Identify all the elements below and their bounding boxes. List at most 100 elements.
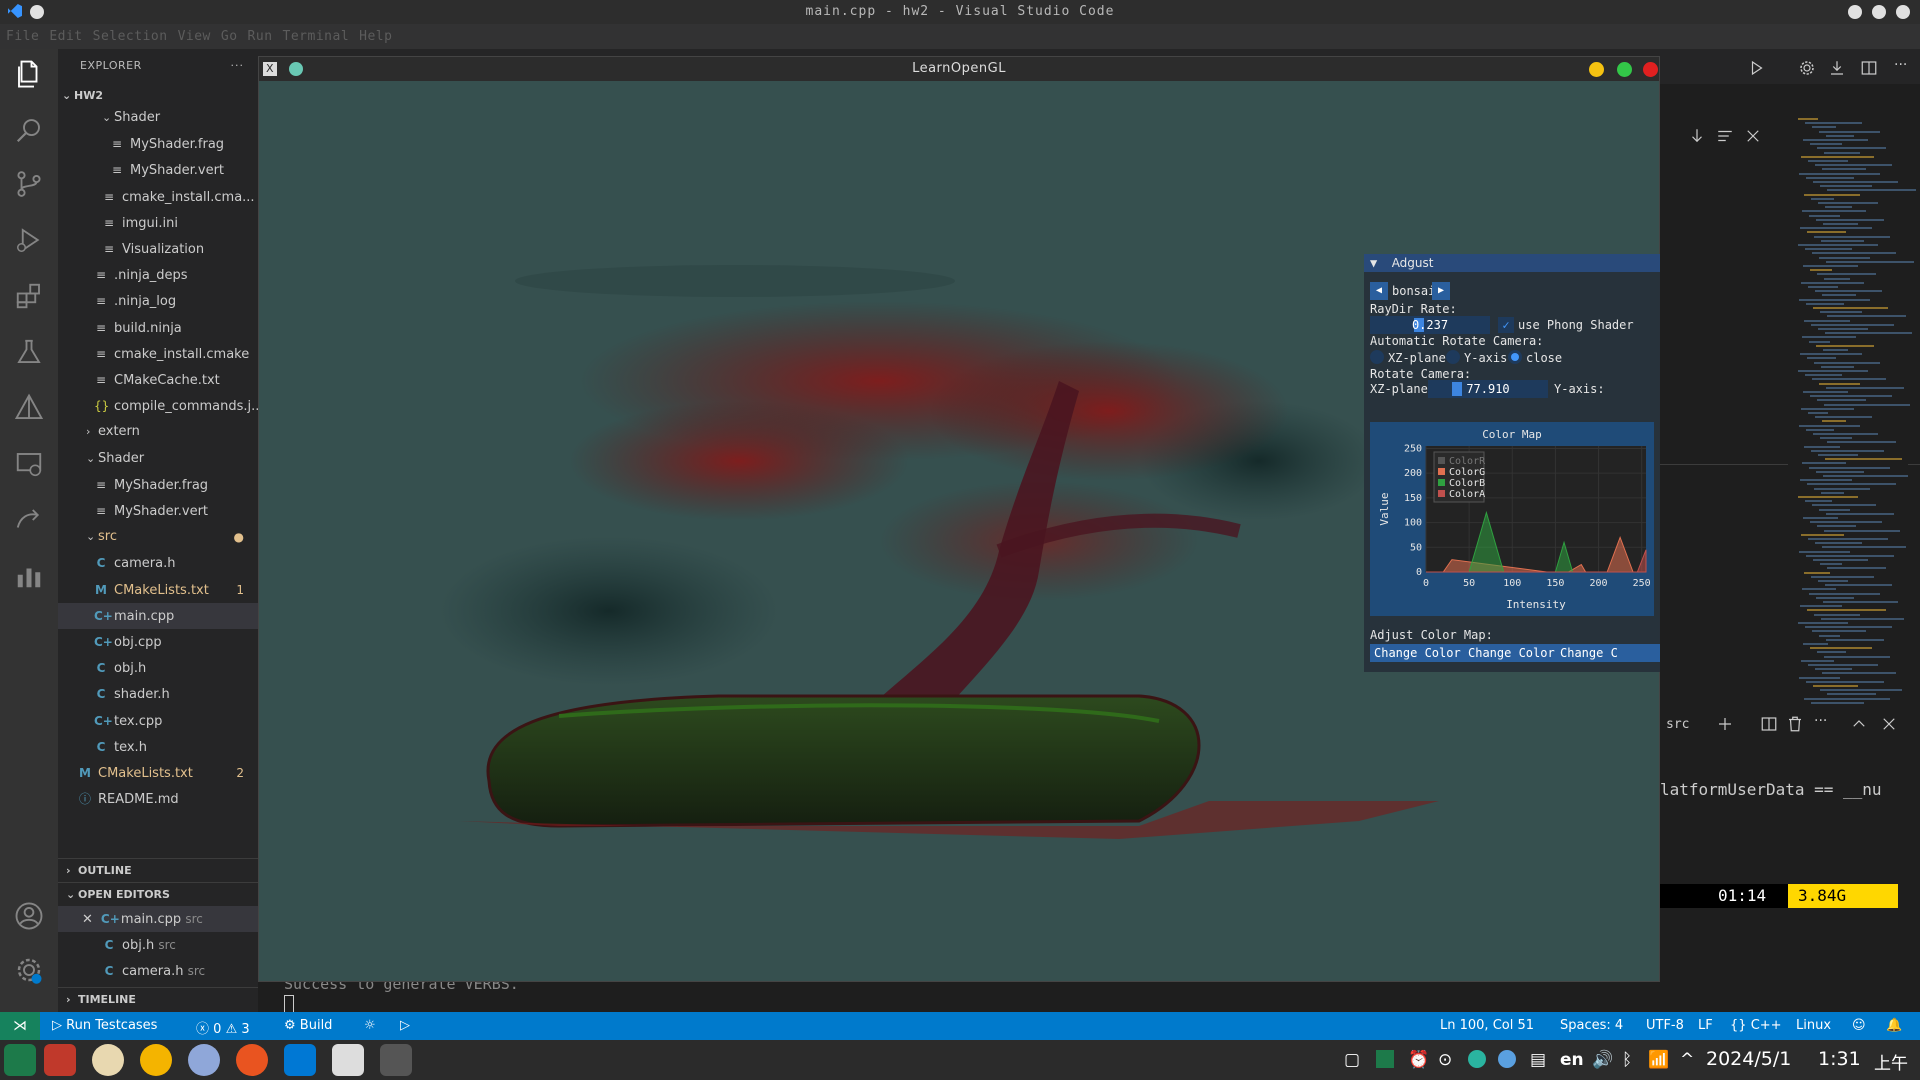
debug-icon[interactable]: ☼ [364,1018,376,1033]
next-dataset-button[interactable]: ▶ [1432,282,1450,300]
menu-go[interactable]: Go [221,29,238,44]
tray-window-icon[interactable]: ▢ [1344,1050,1360,1070]
account-icon[interactable] [14,901,44,931]
build-button[interactable]: ⚙ Build [284,1018,332,1033]
gl-minimize-button[interactable] [1589,62,1604,77]
file-item[interactable]: M CMakeLists.txt 2 [58,760,258,786]
menu-view[interactable]: View [178,29,211,44]
file-item[interactable]: Cshader.h [58,681,258,707]
chrome-app-icon[interactable] [140,1044,172,1076]
gear-icon[interactable] [1798,59,1816,77]
run-icon[interactable] [1748,59,1766,77]
change-color-b-button[interactable]: Change C [1556,644,1660,662]
tray-alarm-icon[interactable]: ⏰ [1408,1050,1429,1070]
live-share-icon[interactable] [14,505,44,535]
text-editor-app-icon[interactable] [332,1044,364,1076]
file-item[interactable]: ≡ cmake_install.cma... [58,184,258,210]
radio-xz[interactable] [1370,350,1384,364]
folder-item[interactable]: ⌄ Shader [58,105,258,131]
close-panel-icon[interactable] [1880,715,1898,733]
file-item[interactable]: C+obj.cpp [58,629,258,655]
window-dot-icon[interactable] [289,62,303,76]
feedback-icon[interactable]: ☺ [1852,1018,1866,1033]
file-item[interactable]: ≡ MyShader.vert [58,498,258,524]
download-icon[interactable] [1828,59,1846,77]
tray-refresh-icon[interactable] [1468,1050,1486,1068]
radio-y[interactable] [1446,350,1460,364]
outline-section[interactable]: › OUTLINE [58,858,258,882]
phong-checkbox[interactable]: ✓ [1498,317,1514,333]
files-icon[interactable] [14,59,44,89]
chat-app-icon[interactable] [188,1044,220,1076]
menu-terminal[interactable]: Terminal [283,29,350,44]
x-app-icon[interactable] [380,1044,412,1076]
chevron-up-icon[interactable]: ^ [1680,1050,1694,1070]
platform[interactable]: Linux [1796,1018,1831,1033]
terminal-more-icon[interactable]: ··· [1814,713,1827,729]
files-app-icon[interactable] [92,1044,124,1076]
file-item[interactable]: Ccamera.h [58,550,258,576]
tray-app-icon[interactable] [1376,1050,1394,1068]
close-window-button[interactable] [1896,5,1910,19]
file-item[interactable]: Cobj.h [58,655,258,681]
radio-close[interactable] [1508,350,1522,364]
open-editor-item[interactable]: Cobj.h src [58,932,258,958]
folder-item[interactable]: › extern [58,419,258,445]
launch-icon[interactable]: ▷ [400,1018,410,1033]
open-editor-item[interactable]: Ccamera.h src [58,958,258,984]
gl-close-button[interactable] [1643,62,1658,77]
add-terminal-icon[interactable] [1716,715,1734,733]
file-item[interactable]: ≡ MyShader.frag [58,472,258,498]
split-editor-icon[interactable] [1860,59,1878,77]
collapse-arrow-icon[interactable]: ▼ [1370,256,1377,270]
testing-icon[interactable] [14,337,44,367]
ampm[interactable]: 上午 [1874,1049,1908,1074]
file-item[interactable]: {} compile_commands.j... [58,393,258,419]
tray-telegram-icon[interactable] [1498,1050,1516,1068]
source-control-icon[interactable] [14,169,44,199]
file-item[interactable]: ≡ imgui.ini [58,210,258,236]
arrow-down-icon[interactable] [1688,127,1706,145]
file-item[interactable]: Ctex.h [58,734,258,760]
language-mode[interactable]: {} C++ [1730,1018,1782,1033]
menu-help[interactable]: Help [359,29,392,44]
more-actions-icon[interactable]: ··· [231,49,245,83]
open-editor-item[interactable]: ✕ C+main.cpp src [58,906,258,932]
file-item[interactable]: ≡ CMakeCache.txt [58,367,258,393]
tray-steam-icon[interactable]: ⊙ [1438,1050,1452,1070]
maximize-button[interactable] [1872,5,1886,19]
volume-icon[interactable]: 🔊 [1592,1050,1613,1070]
cmake-icon[interactable] [14,393,44,423]
file-item[interactable]: ≡ cmake_install.cmake [58,341,258,367]
color-map-plot[interactable]: Color Map Intensity Value 0 50 100 150 200 250 0 5… [1370,422,1654,616]
more-icon[interactable]: ··· [1894,57,1907,73]
split-terminal-icon[interactable] [1760,715,1778,733]
file-item[interactable]: ≡ MyShader.frag [58,131,258,157]
encoding[interactable]: UTF-8 [1646,1018,1684,1033]
notifications-icon[interactable]: 🔔 [1886,1018,1902,1033]
change-color-r-button[interactable]: Change Color R [1370,644,1480,662]
folder-item[interactable]: ⌄ src ● [58,524,258,550]
file-item[interactable]: ≡ .ninja_deps [58,262,258,288]
file-item[interactable]: ≡ MyShader.vert [58,157,258,183]
xz-plane-slider[interactable]: 77.910 [1428,380,1548,398]
open-editors-section[interactable]: ⌄ OPEN EDITORS [58,882,258,906]
settings-gear-icon[interactable] [14,955,44,985]
menu-file[interactable]: File [6,29,39,44]
close-icon[interactable] [1744,127,1762,145]
prev-dataset-button[interactable]: ◀ [1370,282,1388,300]
close-icon[interactable]: ✕ [82,912,93,927]
minimize-button[interactable] [1848,5,1862,19]
indentation[interactable]: Spaces: 4 [1560,1018,1623,1033]
date[interactable]: 2024/5/1 [1706,1048,1791,1070]
raydir-slider[interactable]: 0.237 [1370,316,1490,334]
keyboard-layout[interactable]: en [1560,1050,1584,1070]
wifi-icon[interactable]: 📶 [1648,1050,1669,1070]
file-item[interactable]: C+tex.cpp [58,708,258,734]
cursor-position[interactable]: Ln 100, Col 51 [1440,1018,1534,1033]
menu-selection[interactable]: Selection [93,29,168,44]
file-item[interactable]: C+main.cpp [58,602,258,629]
wrap-icon[interactable] [1716,127,1734,145]
gl-maximize-button[interactable] [1617,62,1632,77]
run-debug-icon[interactable] [14,225,44,255]
